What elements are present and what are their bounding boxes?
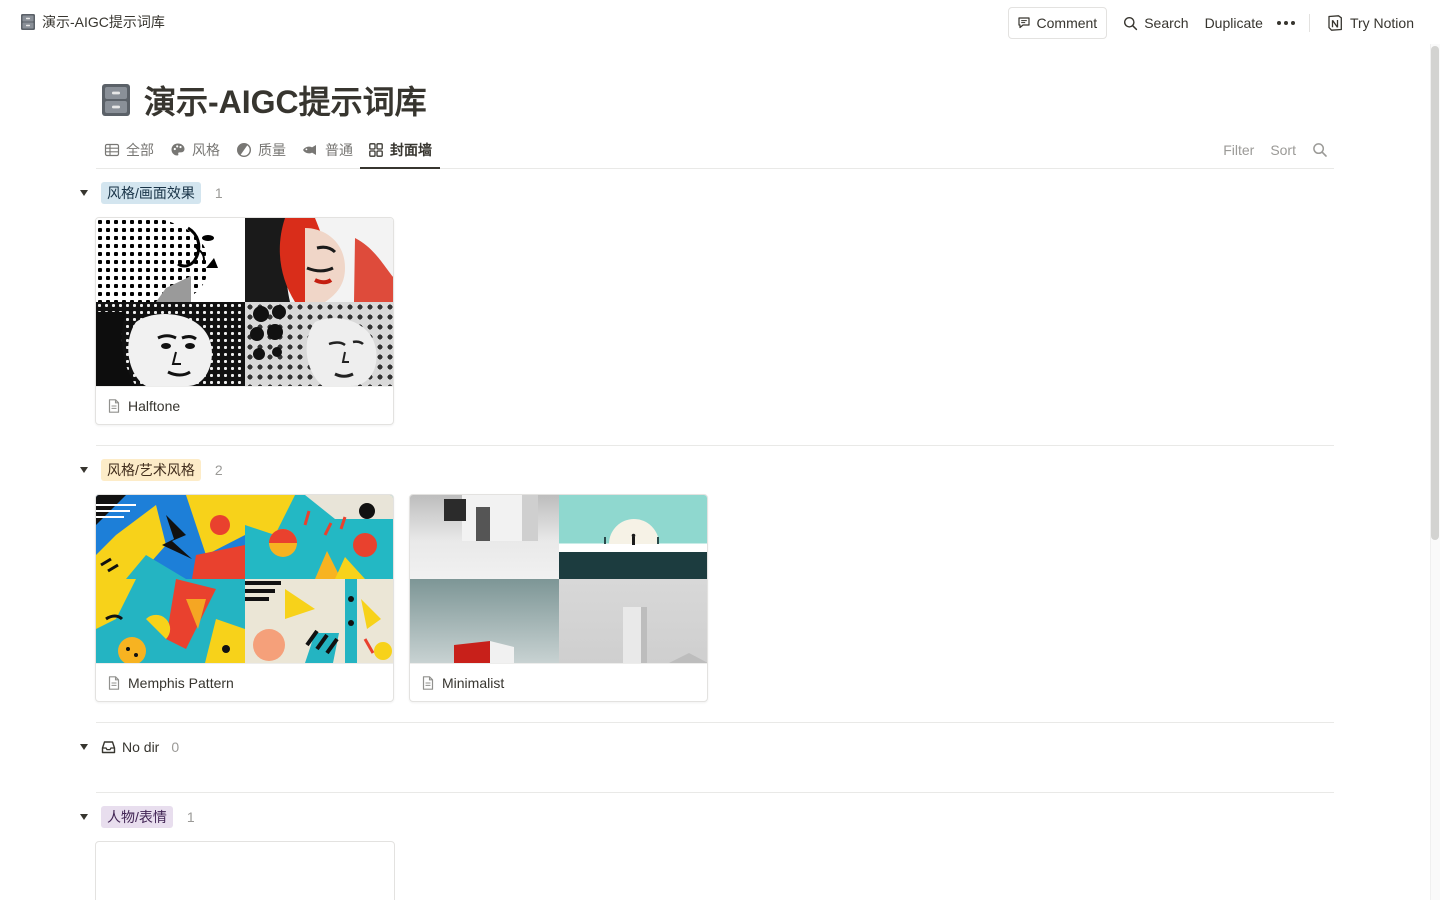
card-cover xyxy=(96,495,393,663)
gallery-icon xyxy=(369,142,383,157)
card-title-text: Memphis Pattern xyxy=(128,674,234,691)
gallery-card[interactable] xyxy=(95,841,395,900)
file-cabinet-icon xyxy=(21,14,35,30)
cover-tile xyxy=(96,302,245,386)
tab-label: 封面墙 xyxy=(390,141,432,158)
card-cover xyxy=(96,218,393,386)
group-header-no-dir[interactable]: No dir 0 xyxy=(78,735,179,759)
search-button[interactable]: Search xyxy=(1115,7,1196,39)
group-header-character-expression[interactable]: 人物/表情 1 xyxy=(78,805,195,829)
inbox-icon xyxy=(101,741,116,754)
group-header-art-style[interactable]: 风格/艺术风格 2 xyxy=(78,458,223,482)
comment-icon xyxy=(1017,17,1030,29)
cover-tile xyxy=(96,495,245,579)
gallery-card-memphis-pattern[interactable]: Memphis Pattern xyxy=(95,494,394,702)
cover-tile xyxy=(410,579,559,663)
sort-button[interactable]: Sort xyxy=(1270,142,1296,158)
page-title: 演示-AIGC提示词库 xyxy=(100,78,427,122)
group-divider xyxy=(96,722,1334,723)
group-count: 0 xyxy=(171,739,180,755)
group-tag: 风格/艺术风格 xyxy=(101,459,201,481)
group-count: 1 xyxy=(186,809,195,825)
duplicate-button[interactable]: Duplicate xyxy=(1197,7,1271,39)
search-icon xyxy=(1124,16,1138,30)
collapse-triangle-icon[interactable] xyxy=(78,187,90,199)
search-label: Search xyxy=(1144,15,1189,31)
group-count: 2 xyxy=(214,462,223,478)
page-title-text: 演示-AIGC提示词库 xyxy=(144,84,427,120)
comment-label: Comment xyxy=(1036,15,1098,31)
group-header-effect[interactable]: 风格/画面效果 1 xyxy=(78,181,223,205)
tab-label: 风格 xyxy=(192,142,220,158)
group-divider xyxy=(96,792,1334,793)
group-tag: 风格/画面效果 xyxy=(101,182,201,204)
try-notion-button[interactable]: Try Notion xyxy=(1318,7,1422,39)
cover-tile xyxy=(244,302,393,386)
search-icon[interactable] xyxy=(1312,142,1328,158)
breadcrumb-label: 演示-AIGC提示词库 xyxy=(42,14,165,30)
cover-tile xyxy=(558,495,707,579)
group-count: 1 xyxy=(214,185,223,201)
comment-button[interactable]: Comment xyxy=(1007,7,1108,39)
tab-quality[interactable]: 质量 xyxy=(228,132,294,168)
tab-style[interactable]: 风格 xyxy=(162,132,228,168)
cover-tile xyxy=(410,495,559,579)
top-actions: Comment Search Duplicate Try Notion xyxy=(1007,7,1422,39)
collapse-triangle-icon[interactable] xyxy=(78,811,90,823)
card-title-text: Minimalist xyxy=(442,674,505,691)
view-tabs: 全部 风格 质量 普通 封面墙 Filter Sort xyxy=(96,132,1334,169)
page-icon xyxy=(108,398,120,413)
tab-gallery[interactable]: 封面墙 xyxy=(360,132,440,169)
cover-tile xyxy=(96,579,245,663)
card-title: Halftone xyxy=(96,386,393,424)
try-notion-label: Try Notion xyxy=(1349,15,1414,31)
card-title: Memphis Pattern xyxy=(96,663,393,701)
group-divider xyxy=(96,445,1334,446)
tab-label: 普通 xyxy=(325,142,353,158)
half-circle-icon xyxy=(236,142,252,158)
tab-normal[interactable]: 普通 xyxy=(293,132,361,168)
tab-label: 质量 xyxy=(258,142,286,158)
card-title-text: Halftone xyxy=(128,397,181,414)
group-tag: 人物/表情 xyxy=(101,806,173,828)
view-tools: Filter Sort xyxy=(1223,132,1334,168)
table-icon xyxy=(104,143,120,157)
topbar: 演示-AIGC提示词库 Comment Search Duplicate Try… xyxy=(0,0,1440,44)
collapse-triangle-icon[interactable] xyxy=(78,464,90,476)
tab-all[interactable]: 全部 xyxy=(96,132,162,168)
more-options-icon[interactable] xyxy=(1271,7,1305,39)
collapse-triangle-icon[interactable] xyxy=(78,741,90,753)
divider xyxy=(1308,14,1310,32)
cover-tile xyxy=(558,579,707,663)
gallery-card-minimalist[interactable]: Minimalist xyxy=(409,494,708,702)
tab-label: 全部 xyxy=(126,142,154,158)
filter-button[interactable]: Filter xyxy=(1223,142,1254,158)
group-tag: No dir xyxy=(122,739,160,755)
breadcrumb[interactable]: 演示-AIGC提示词库 xyxy=(20,12,165,32)
card-title: Minimalist xyxy=(410,663,707,701)
cover-tile xyxy=(244,495,393,579)
page-icon xyxy=(108,675,120,690)
cover-tile xyxy=(244,218,393,302)
gallery-card-halftone[interactable]: Halftone xyxy=(95,217,394,425)
duplicate-label: Duplicate xyxy=(1204,15,1263,31)
fish-icon xyxy=(303,145,316,155)
card-cover xyxy=(410,495,707,663)
palette-icon xyxy=(171,143,185,156)
cover-tile xyxy=(244,579,393,663)
cover-tile xyxy=(96,218,245,302)
page-icon xyxy=(422,675,434,690)
scrollbar-thumb[interactable] xyxy=(1431,46,1439,540)
notion-logo-icon xyxy=(1328,15,1342,31)
file-cabinet-icon xyxy=(102,84,130,116)
